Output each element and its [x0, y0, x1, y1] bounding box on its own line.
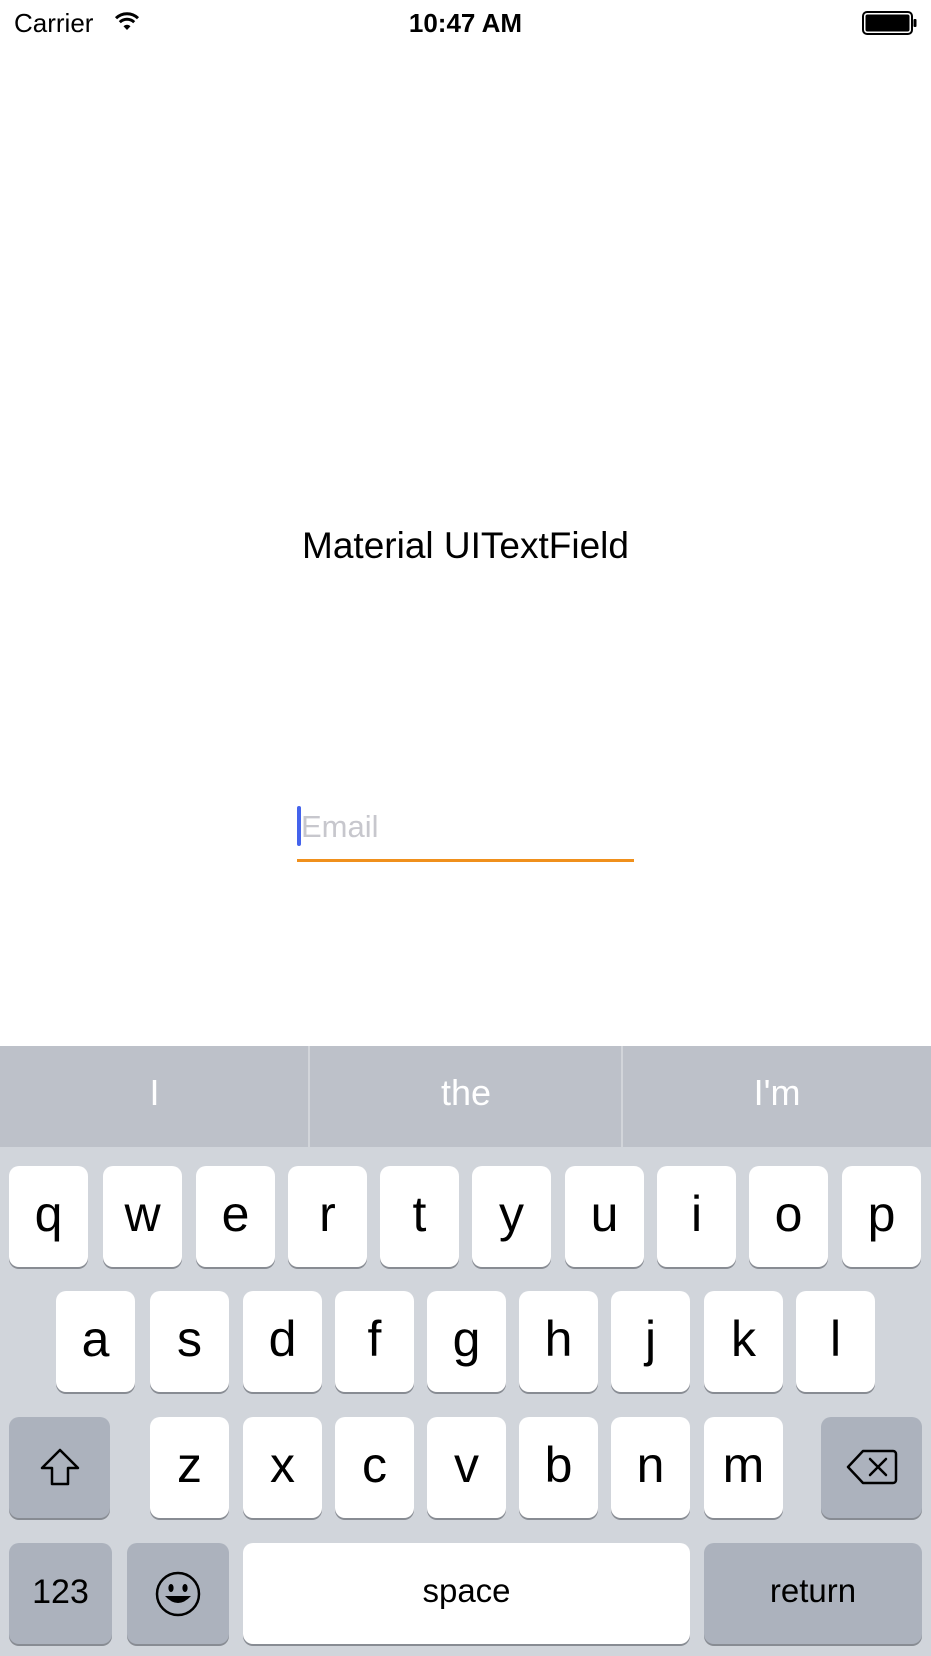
key-m[interactable]: m	[704, 1417, 783, 1518]
space-key[interactable]: space	[243, 1543, 690, 1644]
shift-key[interactable]	[9, 1417, 110, 1518]
key-g[interactable]: g	[427, 1291, 506, 1392]
key-x[interactable]: x	[243, 1417, 322, 1518]
suggestion-bar: I the I'm	[0, 1046, 931, 1147]
key-d[interactable]: d	[243, 1291, 322, 1392]
numbers-key[interactable]: 123	[9, 1543, 112, 1644]
page-title: Material UITextField	[302, 525, 629, 566]
keyboard: I the I'm q w e r t y u i o p a s d f g …	[0, 1046, 931, 1656]
shift-icon	[40, 1448, 79, 1486]
key-c[interactable]: c	[335, 1417, 414, 1518]
emoji-key[interactable]	[127, 1543, 229, 1644]
key-h[interactable]: h	[519, 1291, 598, 1392]
suggestion-item[interactable]: I'm	[623, 1046, 931, 1147]
key-v[interactable]: v	[427, 1417, 506, 1518]
key-b[interactable]: b	[519, 1417, 598, 1518]
text-cursor	[297, 806, 301, 846]
key-s[interactable]: s	[150, 1291, 229, 1392]
return-key[interactable]: return	[704, 1543, 922, 1644]
key-w[interactable]: w	[103, 1166, 182, 1267]
key-r[interactable]: r	[288, 1166, 367, 1267]
status-bar: Carrier 10:47 AM	[0, 0, 931, 46]
key-j[interactable]: j	[611, 1291, 690, 1392]
key-y[interactable]: y	[472, 1166, 551, 1267]
key-n[interactable]: n	[611, 1417, 690, 1518]
key-o[interactable]: o	[749, 1166, 828, 1267]
emoji-icon	[155, 1571, 201, 1617]
key-f[interactable]: f	[335, 1291, 414, 1392]
key-i[interactable]: i	[657, 1166, 736, 1267]
delete-icon	[846, 1449, 897, 1485]
key-z[interactable]: z	[150, 1417, 229, 1518]
key-e[interactable]: e	[196, 1166, 275, 1267]
email-field[interactable]	[297, 800, 638, 862]
email-input[interactable]	[297, 804, 638, 850]
key-t[interactable]: t	[380, 1166, 459, 1267]
key-q[interactable]: q	[9, 1166, 88, 1267]
suggestion-item[interactable]: I	[0, 1046, 309, 1147]
delete-key[interactable]	[821, 1417, 922, 1518]
battery-icon	[862, 11, 918, 35]
key-a[interactable]: a	[56, 1291, 135, 1392]
key-p[interactable]: p	[842, 1166, 921, 1267]
key-u[interactable]: u	[565, 1166, 644, 1267]
clock-label: 10:47 AM	[408, 8, 523, 38]
key-l[interactable]: l	[796, 1291, 875, 1392]
key-k[interactable]: k	[704, 1291, 783, 1392]
suggestion-item[interactable]: the	[310, 1046, 622, 1147]
